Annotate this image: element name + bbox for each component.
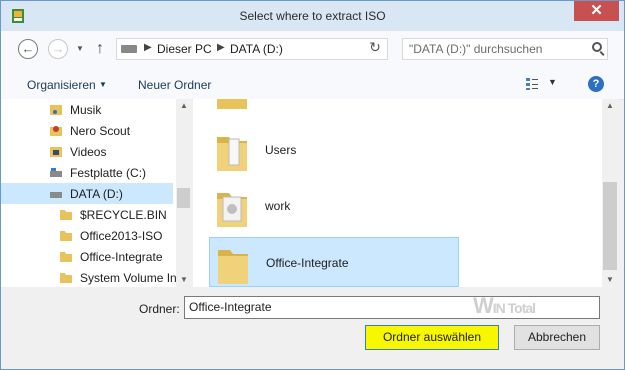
up-button[interactable]: ↑ [96,40,104,58]
cancel-button[interactable]: Abbrechen [514,325,600,350]
help-icon[interactable]: ? [588,76,604,92]
sidebar-item-office2013-iso[interactable]: Office2013-ISO [1,225,173,246]
chevron-right-icon[interactable]: ▶ [144,42,152,53]
scroll-down-icon[interactable]: ▼ [180,275,188,284]
view-dropdown-icon[interactable]: ▼ [548,77,557,87]
recent-locations-dropdown-icon[interactable]: ▼ [76,44,84,53]
sidebar-item-label: DATA (D:) [70,187,123,201]
folder-icon [60,210,72,220]
organize-dropdown-icon[interactable]: ▼ [99,80,107,89]
new-folder-button[interactable]: Neuer Ordner [138,78,211,92]
close-button[interactable]: ✕ [574,1,619,21]
sidebar-item-festplatte-c[interactable]: Festplatte (C:) [1,162,173,183]
file-list-scrollbar[interactable]: ▲ ▼ [602,99,619,287]
drive-d-icon [50,192,62,198]
sidebar-item-label: Festplatte (C:) [70,166,147,180]
folder-field-label: Ordner: [139,302,180,316]
nero-scout-icon [50,126,62,136]
video-folder-icon [50,147,62,157]
sidebar-item-system-volume[interactable]: System Volume In [1,267,177,287]
sidebar-item-musik[interactable]: Musik [1,99,173,120]
search-box[interactable]: "DATA (D:)" durchsuchen [402,38,608,60]
file-item-work[interactable]: work [209,181,459,231]
breadcrumb-this-pc[interactable]: Dieser PC [157,42,212,56]
organize-menu[interactable]: Organisieren [27,78,96,92]
select-folder-button[interactable]: Ordner auswählen [365,325,499,350]
address-bar[interactable]: ▶ Dieser PC ▶ DATA (D:) ▼ [116,38,470,60]
file-item-label: Office-Integrate [266,256,349,270]
forward-button[interactable]: → [48,39,68,59]
scroll-up-icon[interactable]: ▲ [606,101,614,110]
back-button[interactable]: ← [18,39,38,59]
users-folder-icon [217,137,247,171]
chevron-right-icon[interactable]: ▶ [217,42,225,53]
title-bar[interactable]: Select where to extract ISO ✕ [1,1,624,31]
sidebar-scroll-thumb[interactable] [177,188,190,208]
folder-icon [218,250,248,284]
work-folder-icon [217,193,247,227]
sidebar-item-label: Musik [70,103,102,117]
file-item-office-integrate[interactable]: Office-Integrate [209,237,459,287]
dialog-window: Select where to extract ISO ✕ ← → ▼ ↑ ▶ … [0,0,625,370]
refresh-icon[interactable]: ↻ [365,37,385,57]
sidebar-item-label: $RECYCLE.BIN [80,208,167,222]
music-folder-icon [50,105,62,115]
file-list: Users work Office-Integrate [193,99,602,287]
sidebar-scrollbar[interactable]: ▲ ▼ [176,99,192,287]
file-item-label: Users [265,143,297,157]
sidebar-item-nero-scout[interactable]: Nero Scout [1,120,173,141]
drive-icon [121,45,137,53]
sidebar-item-label: System Volume In [80,271,177,285]
folder-icon [60,252,72,262]
search-placeholder: "DATA (D:)" durchsuchen [409,42,543,56]
navigation-bar: ← → ▼ ↑ ▶ Dieser PC ▶ DATA (D:) ▼ ↻ "DAT… [1,31,624,69]
sidebar-item-office-integrate[interactable]: Office-Integrate [1,246,173,267]
change-view-icon[interactable] [525,77,539,91]
folder-icon [60,231,72,241]
partial-folder-icon [217,99,247,109]
sidebar-item-data-d[interactable]: DATA (D:) [1,183,173,204]
window-title: Select where to extract ISO [239,9,386,23]
file-item-label: work [265,199,291,213]
drive-c-icon [50,168,62,177]
watermark-logo: WIN Total [473,293,536,318]
search-icon[interactable] [592,42,602,52]
breadcrumb-data-drive[interactable]: DATA (D:) [230,42,283,56]
sidebar-item-label: Nero Scout [70,124,131,138]
navigation-pane: Musik Nero Scout Videos Festplatte (C:) … [1,99,177,287]
sidebar-item-label: Office-Integrate [80,250,163,264]
dialog-footer: Ordner: Office-Integrate WIN Total Ordne… [1,287,624,369]
sidebar-item-recycle-bin[interactable]: $RECYCLE.BIN [1,204,173,225]
file-item-users[interactable]: Users [209,125,459,175]
command-toolbar: Organisieren ▼ Neuer Ordner ▼ ? [1,69,624,100]
sidebar-item-label: Videos [70,145,107,159]
scroll-up-icon[interactable]: ▲ [180,101,188,110]
scroll-down-icon[interactable]: ▼ [606,275,614,284]
folder-icon [60,273,72,283]
sidebar-item-label: Office2013-ISO [80,229,163,243]
sidebar-item-videos[interactable]: Videos [1,141,173,162]
file-list-scroll-thumb[interactable] [603,182,617,270]
